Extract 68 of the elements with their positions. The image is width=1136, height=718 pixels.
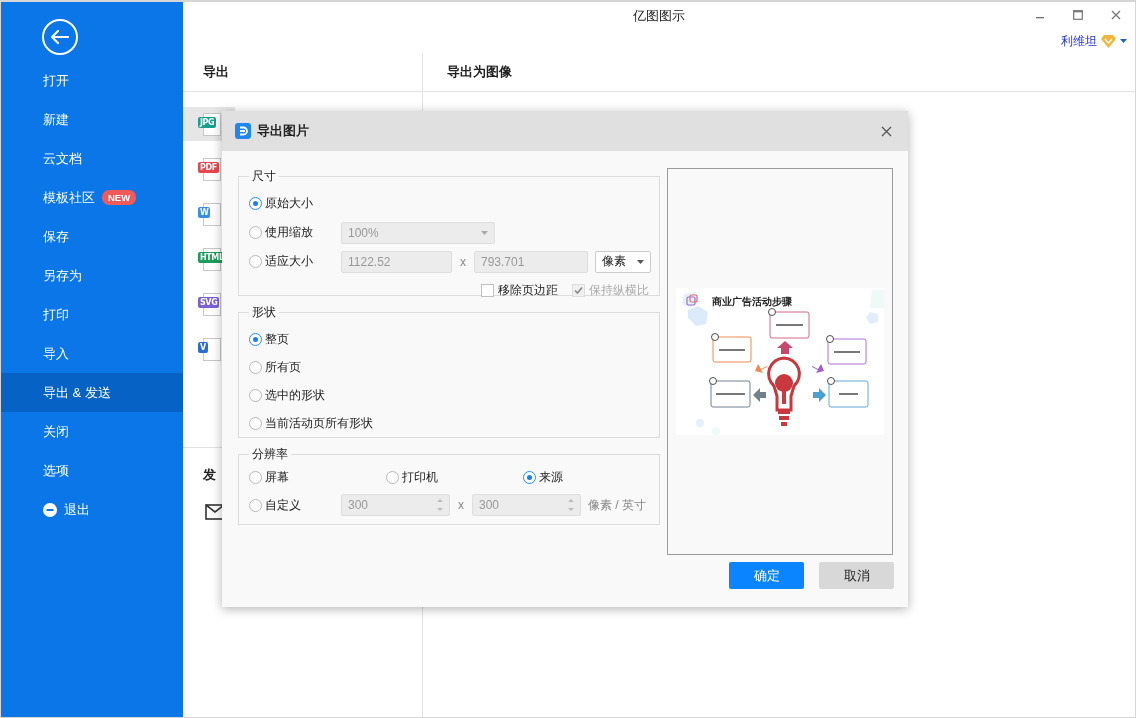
radio-option[interactable]: 原始大小 <box>249 195 341 212</box>
close-icon[interactable] <box>1111 10 1121 20</box>
caret-icon <box>637 259 644 264</box>
panel-title: 导出为图像 <box>447 63 512 81</box>
group-title: 分辨率 <box>251 446 289 463</box>
user-name[interactable]: 利维坦 <box>1061 32 1097 50</box>
cancel-button[interactable]: 取消 <box>819 562 894 589</box>
app-logo-icon <box>235 123 251 139</box>
unit-dropdown[interactable]: 像素 <box>595 250 651 273</box>
sidebar-item-label: 另存为 <box>43 266 82 285</box>
format-item[interactable]: W <box>183 191 235 236</box>
sidebar-item-label: 打开 <box>43 71 69 90</box>
radio-option[interactable]: 当前活动页所有形状 <box>249 414 373 432</box>
radio-option[interactable]: 适应大小 <box>249 253 341 270</box>
section-title: 发 <box>203 466 216 484</box>
radio-option[interactable]: 来源 <box>523 468 660 486</box>
sidebar-item[interactable]: 另存为 <box>1 256 183 295</box>
sidebar-item[interactable]: 选项 <box>1 451 183 490</box>
back-icon[interactable] <box>41 18 79 56</box>
group-title: 尺寸 <box>251 168 277 185</box>
sidebar-item[interactable]: 关闭 <box>1 412 183 451</box>
close-icon[interactable] <box>881 125 892 137</box>
sidebar-item[interactable]: 打印 <box>1 295 183 334</box>
radio-option[interactable]: 使用缩放 <box>249 224 341 241</box>
group-title: 形状 <box>251 304 277 321</box>
radio-option[interactable]: 整页 <box>249 330 289 348</box>
times-label: x <box>459 254 467 269</box>
format-item[interactable]: PDF <box>183 146 235 191</box>
diamond-icon <box>1101 34 1116 48</box>
caret-icon <box>481 230 488 235</box>
unit-label: 像素 / 英寸 <box>588 496 646 514</box>
exit-icon <box>43 502 57 517</box>
sidebar-item[interactable]: 打开 <box>1 61 183 100</box>
sidebar-item[interactable]: 云文档 <box>1 139 183 178</box>
dialog-title: 导出图片 <box>257 122 310 140</box>
radio-option[interactable]: 自定义 <box>249 496 341 514</box>
sidebar-item-label: 退出 <box>64 500 90 519</box>
sidebar-item-label: 导出 & 发送 <box>43 383 111 402</box>
sidebar-item-label: 模板社区 <box>43 188 95 207</box>
format-item[interactable]: V <box>183 326 235 371</box>
sidebar-item-label: 保存 <box>43 227 69 246</box>
sidebar-item[interactable]: 导入 <box>1 334 183 373</box>
sidebar-item[interactable]: 模板社区 NEW <box>1 178 183 217</box>
sidebar-item-label: 云文档 <box>43 149 82 168</box>
sidebar-item-label: 选项 <box>43 461 69 480</box>
format-item[interactable]: SVG <box>183 281 235 326</box>
new-badge: NEW <box>102 190 137 205</box>
radio-option[interactable]: 选中的形状 <box>249 386 325 404</box>
times-label: x <box>457 498 465 512</box>
sidebar-item-label: 打印 <box>43 305 69 324</box>
caret-icon[interactable] <box>1120 39 1127 43</box>
check-icon <box>573 285 584 296</box>
checkbox[interactable]: 移除页边距 <box>481 282 558 299</box>
sidebar-item-label: 关闭 <box>43 422 69 441</box>
sidebar-item-label: 导入 <box>43 344 69 363</box>
maximize-icon[interactable] <box>1073 10 1083 20</box>
sidebar-item[interactable]: 退出 <box>1 490 183 529</box>
window-title: 亿图图示 <box>633 6 685 25</box>
sidebar-item[interactable]: 新建 <box>1 100 183 139</box>
panel-title: 导出 <box>203 63 229 81</box>
diagram-title: 商业广告活动步骤 <box>712 296 792 307</box>
ok-button[interactable]: 确定 <box>729 562 804 589</box>
sidebar-item-label: 新建 <box>43 110 69 129</box>
sidebar-item[interactable]: 保存 <box>1 217 183 256</box>
radio-option[interactable]: 屏幕 <box>249 468 386 486</box>
radio-option[interactable]: 所有页 <box>249 358 301 376</box>
sidebar-item[interactable]: 导出 & 发送 <box>1 373 183 412</box>
radio-option[interactable]: 打印机 <box>386 468 523 486</box>
